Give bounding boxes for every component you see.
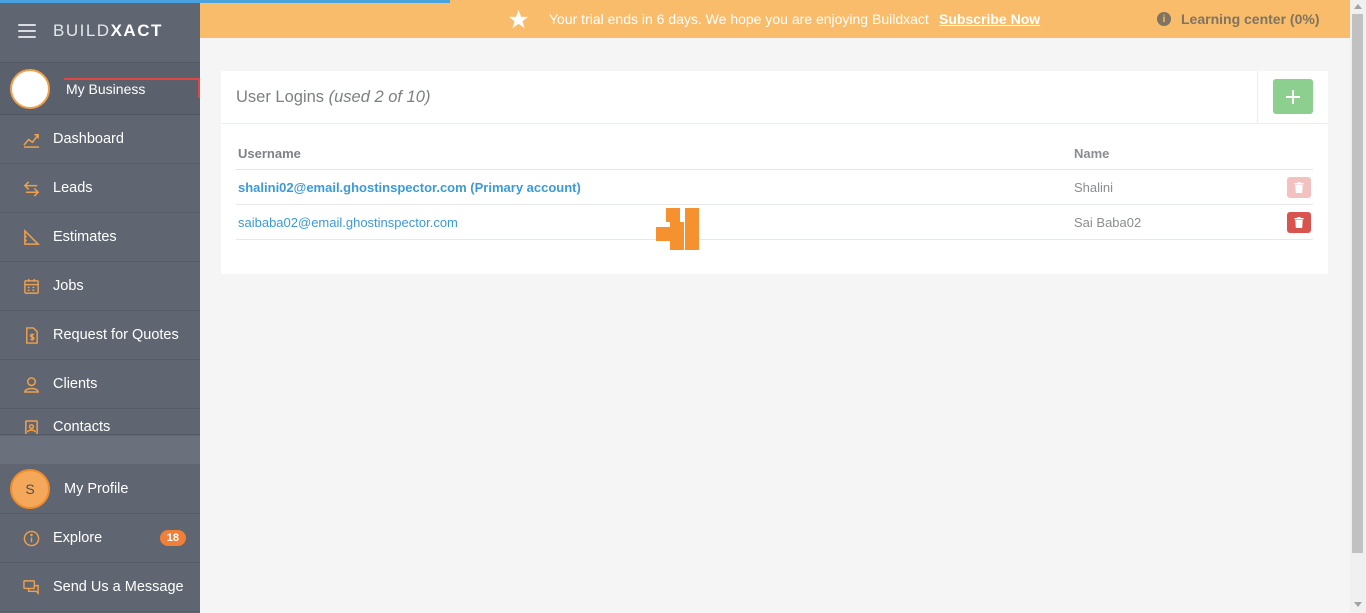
learning-center-link[interactable]: Learning center (0%) [1181,11,1319,27]
table-row: shalini02@email.ghostinspector.com (Prim… [236,170,1313,205]
sidebar-item-estimates[interactable]: Estimates [0,213,200,262]
sidebar-item-label: Estimates [53,229,117,245]
header-divider [1257,71,1258,124]
sidebar-item-label: Dashboard [53,131,124,147]
hamburger-menu-icon[interactable] [18,24,36,38]
scrollbar-thumb[interactable] [1352,14,1363,553]
sidebar-item-label: Request for Quotes [53,327,179,343]
brand-logo[interactable]: BUILDXACT [53,21,163,41]
document-dollar-icon [22,326,40,344]
scroll-down-arrow-icon[interactable] [1354,602,1362,607]
sidebar-item-send-message[interactable]: Send Us a Message [0,563,200,612]
sidebar-item-leads[interactable]: Leads [0,164,200,213]
username-link[interactable]: saibaba02@email.ghostinspector.com [238,215,458,230]
star-icon [508,9,529,29]
sidebar-item-label: Jobs [53,278,84,294]
calendar-icon [22,277,40,295]
table-row: saibaba02@email.ghostinspector.com Sai B… [236,205,1313,240]
sidebar-header: BUILDXACT [0,0,200,63]
sidebar: BUILDXACT My Business Dashboard Leads Es… [0,0,200,613]
card-header: User Logins (used 2 of 10) [221,71,1328,124]
sidebar-item-explore[interactable]: Explore 18 [0,514,200,563]
user-logins-table: Username Name shalini02@email.ghostinspe… [236,141,1313,240]
sidebar-item-my-profile[interactable]: S My Profile [0,464,200,514]
user-name: Shalini [1074,180,1114,195]
ruler-triangle-icon [22,228,40,246]
trash-icon [1294,217,1304,228]
business-switcher[interactable]: My Business [0,63,200,115]
add-user-button[interactable] [1273,79,1313,114]
trash-icon [1294,182,1304,193]
table-header: Username Name [236,141,1313,170]
scroll-up-arrow-icon[interactable] [1354,4,1362,9]
chart-line-icon [22,130,40,148]
business-avatar [10,68,50,109]
sidebar-item-label: My Profile [64,480,129,497]
page-title: User Logins (used 2 of 10) [236,88,431,106]
sidebar-item-dashboard[interactable]: Dashboard [0,115,200,164]
info-circle-icon [22,529,40,547]
sidebar-item-clients[interactable]: Clients [0,360,200,409]
column-header-name: Name [1074,146,1110,161]
avatar: S [10,468,50,509]
user-icon [22,375,40,393]
business-label[interactable]: My Business [64,77,200,98]
trial-message: Your trial ends in 6 days. We hope you a… [549,11,929,27]
usage-count: (used 2 of 10) [328,88,431,106]
explore-count-badge: 18 [159,530,186,546]
user-name: Sai Baba02 [1074,215,1142,230]
sidebar-item-request-for-quotes[interactable]: Request for Quotes [0,311,200,360]
column-header-username: Username [238,146,301,161]
loading-spinner-icon [655,207,701,253]
address-book-icon [22,419,40,434]
delete-user-button[interactable] [1287,212,1311,233]
loading-progress-line [0,0,450,3]
subscribe-now-link[interactable]: Subscribe Now [939,11,1040,27]
sidebar-item-label: Leads [53,180,93,196]
sidebar-item-label: Explore [53,530,103,546]
sidebar-item-label: Contacts [53,419,111,435]
trial-banner: Your trial ends in 6 days. We hope you a… [200,0,1350,38]
username-link[interactable]: shalini02@email.ghostinspector.com (Prim… [238,180,581,195]
info-icon: i [1157,12,1171,26]
sidebar-item-label: Send Us a Message [53,579,184,595]
arrows-exchange-icon [22,179,40,197]
delete-user-button [1287,177,1311,198]
sidebar-item-jobs[interactable]: Jobs [0,262,200,311]
sidebar-item-label: Clients [53,376,98,392]
user-logins-card: User Logins (used 2 of 10) Username Name… [221,71,1328,274]
chat-bubbles-icon [22,578,40,596]
plus-icon [1286,89,1300,104]
sidebar-item-contacts[interactable]: Contacts [0,409,200,435]
sidebar-separator [0,436,200,464]
